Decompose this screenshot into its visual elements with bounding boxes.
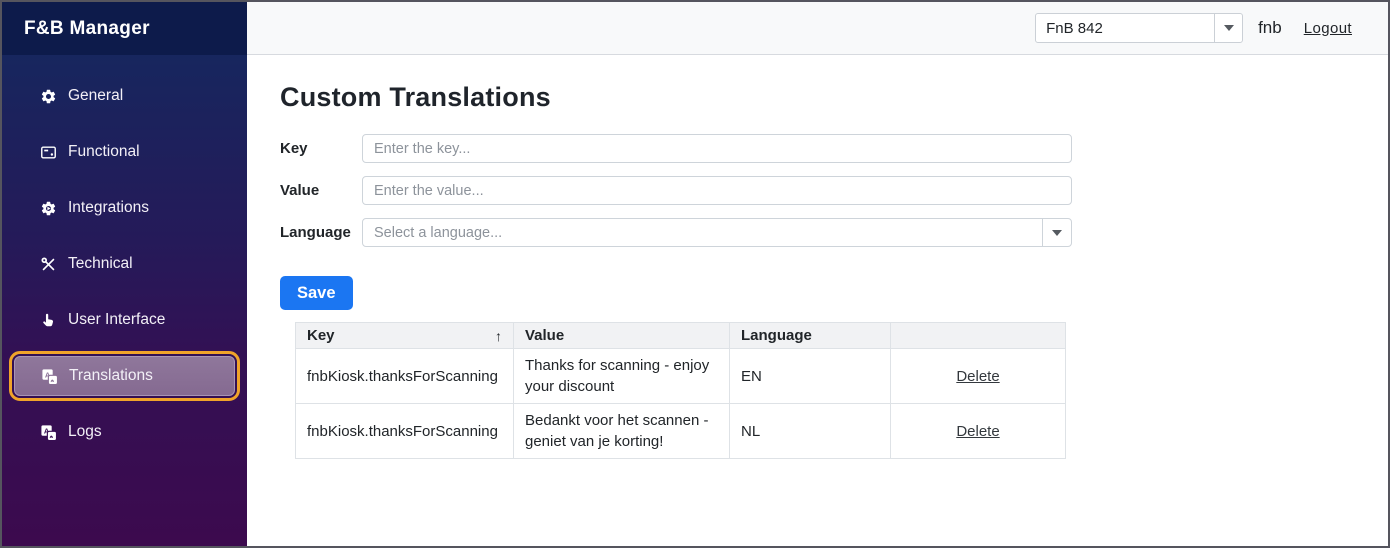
sidebar-item-label: Technical	[68, 255, 133, 272]
value-form-row: Value	[280, 176, 1388, 205]
language-label: Language	[280, 224, 351, 241]
cell-value: Thanks for scanning - enjoy your discoun…	[513, 348, 730, 404]
language-select[interactable]: Select a language...	[362, 218, 1072, 247]
chevron-down-icon[interactable]	[1042, 219, 1071, 246]
cell-key: fnbKiosk.thanksForScanning	[295, 348, 514, 404]
delete-link[interactable]: Delete	[956, 423, 999, 440]
column-header-actions	[890, 322, 1066, 349]
cell-key: fnbKiosk.thanksForScanning	[295, 403, 514, 459]
sidebar-item-label: Logs	[68, 423, 102, 440]
username-label: fnb	[1258, 18, 1282, 37]
sidebar-item-technical[interactable]: Technical	[14, 244, 235, 284]
tools-icon	[40, 256, 57, 273]
translate-icon	[41, 368, 58, 385]
location-select[interactable]: FnB 842	[1035, 13, 1244, 43]
language-form-row: Language Select a language...	[280, 218, 1388, 247]
key-input[interactable]	[362, 134, 1072, 163]
column-header-value[interactable]: Value	[513, 322, 730, 349]
column-header-language[interactable]: Language	[729, 322, 891, 349]
translations-table: Key ↑ Value Language fnbKiosk.thanksForS…	[295, 322, 1066, 459]
cell-value: Bedankt voor het scannen - geniet van je…	[513, 403, 730, 459]
gear-play-icon	[40, 200, 57, 217]
language-select-placeholder: Select a language...	[374, 224, 503, 241]
sidebar-item-label: Translations	[69, 367, 153, 384]
sidebar-menu: General Functional Integrations Technica…	[2, 55, 247, 546]
logout-link[interactable]: Logout	[1304, 20, 1352, 37]
table-row: fnbKiosk.thanksForScanning Bedankt voor …	[295, 403, 1066, 459]
table-header-row: Key ↑ Value Language	[295, 322, 1066, 349]
sidebar-item-user-interface[interactable]: User Interface	[14, 300, 235, 340]
main-content: Custom Translations Key Value Language S…	[247, 55, 1388, 546]
sidebar-item-general[interactable]: General	[14, 76, 235, 116]
app-title: F&B Manager	[2, 2, 247, 55]
delete-link[interactable]: Delete	[956, 368, 999, 385]
cell-language: EN	[729, 348, 891, 404]
sidebar-item-translations[interactable]: Translations	[9, 351, 240, 401]
sidebar-item-label: Functional	[68, 143, 140, 160]
sort-ascending-icon[interactable]: ↑	[495, 328, 502, 344]
key-label: Key	[280, 140, 308, 157]
sidebar-item-functional[interactable]: Functional	[14, 132, 235, 172]
sidebar-item-logs[interactable]: Logs	[14, 412, 235, 452]
page-title: Custom Translations	[280, 82, 551, 112]
translate-icon	[40, 424, 57, 441]
value-label: Value	[280, 182, 320, 199]
hand-pointer-icon	[40, 312, 57, 329]
save-button[interactable]: Save	[280, 276, 353, 310]
key-form-row: Key	[280, 134, 1388, 163]
value-input[interactable]	[362, 176, 1072, 205]
cell-language: NL	[729, 403, 891, 459]
gear-icon	[40, 88, 57, 105]
sidebar-item-integrations[interactable]: Integrations	[14, 188, 235, 228]
location-select-value: FnB 842	[1046, 19, 1103, 37]
column-header-key[interactable]: Key ↑	[295, 322, 514, 349]
sidebar: F&B Manager General Functional Integrati…	[2, 2, 247, 546]
cell-actions: Delete	[890, 403, 1066, 459]
app-window: F&B Manager General Functional Integrati…	[0, 0, 1390, 548]
cell-actions: Delete	[890, 348, 1066, 404]
card-icon	[40, 144, 57, 161]
sidebar-item-label: General	[68, 87, 124, 104]
sidebar-item-label: Integrations	[68, 199, 149, 216]
chevron-down-icon[interactable]	[1214, 14, 1242, 42]
sidebar-item-label: User Interface	[68, 311, 166, 328]
top-bar: FnB 842 fnb Logout	[247, 2, 1388, 55]
translations-table-wrap: Key ↑ Value Language fnbKiosk.thanksForS…	[295, 322, 1388, 459]
table-row: fnbKiosk.thanksForScanning Thanks for sc…	[295, 348, 1066, 404]
